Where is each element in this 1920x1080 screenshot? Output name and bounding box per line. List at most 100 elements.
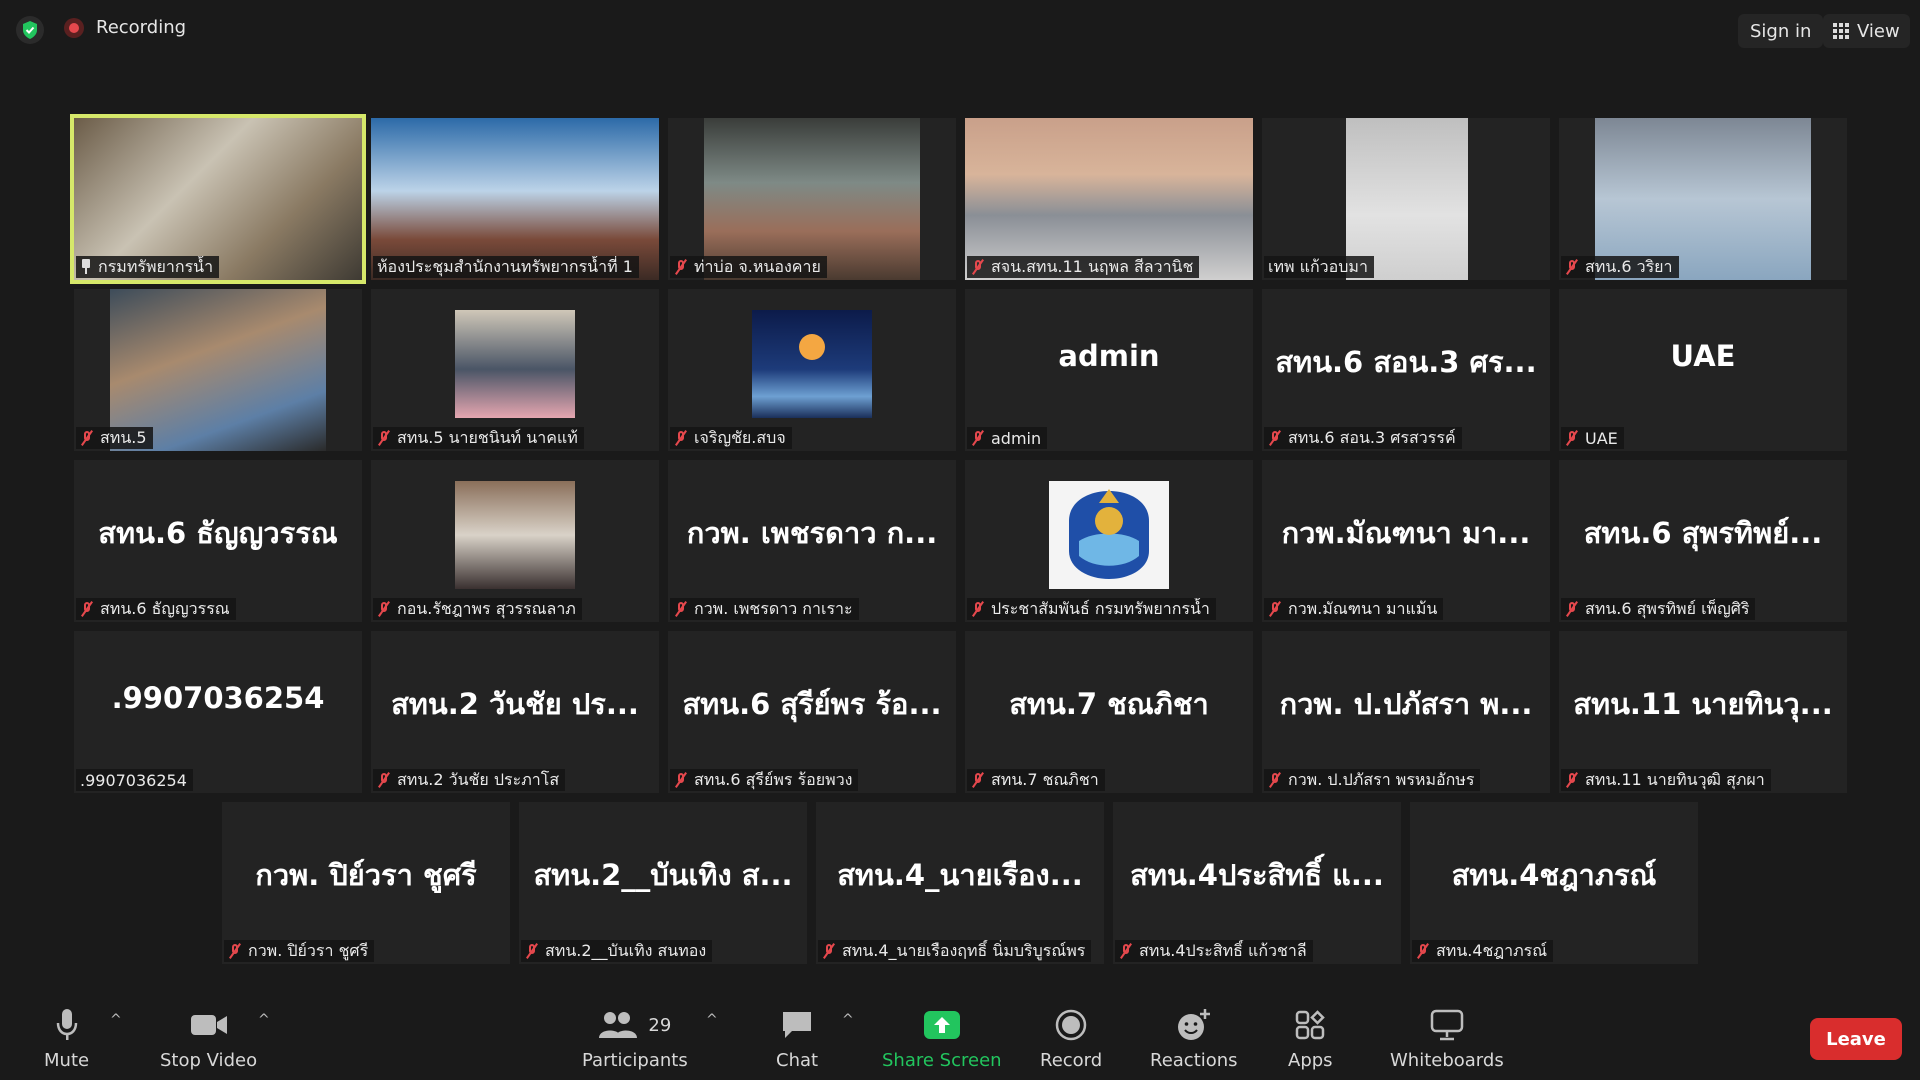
stop-video-label: Stop Video xyxy=(160,1050,258,1071)
participants-options-chevron-icon[interactable]: ^ xyxy=(706,1012,718,1028)
participant-tile[interactable]: กวพ.มัณฑนา มา... กวพ.มัณฑนา มาแม้น xyxy=(1262,460,1550,622)
apps-button[interactable]: Apps xyxy=(1288,1006,1333,1071)
pin-icon xyxy=(80,259,92,275)
participant-tile[interactable]: กวพ. เพชรดาว ก... กวพ. เพชรดาว กาเราะ xyxy=(668,460,956,622)
participant-name-label: สทน.5 นายชนินท์ นาคแท้ xyxy=(373,427,584,449)
participant-tile[interactable]: .9907036254 .9907036254 xyxy=(74,631,362,793)
participant-name-label: กรมทรัพยากรน้ำ xyxy=(76,256,220,278)
chat-button[interactable]: Chat xyxy=(776,1006,818,1071)
whiteboards-label: Whiteboards xyxy=(1390,1050,1504,1071)
view-label: View xyxy=(1857,20,1900,42)
participant-tile[interactable]: กรมทรัพยากรน้ำ xyxy=(70,114,366,284)
mic-muted-icon xyxy=(1565,259,1579,275)
participant-tile[interactable]: กวพ. ปิย์วรา ชูศรี กวพ. ปิย์วรา ชูศรี xyxy=(222,802,510,964)
share-screen-button[interactable]: Share Screen xyxy=(882,1006,1002,1071)
participant-tile[interactable]: กอน.รัชฎาพร สุวรรณลาภ xyxy=(371,460,659,622)
moon-image xyxy=(799,334,825,360)
recording-indicator[interactable]: Recording xyxy=(64,17,186,38)
video-options-chevron-icon[interactable]: ^ xyxy=(258,1012,270,1028)
participant-tile[interactable]: สทน.7 ชณภิชา สทน.7 ชณภิชา xyxy=(965,631,1253,793)
participant-name-label: ห้องประชุมสำนักงานทรัพยากรน้ำที่ 1 xyxy=(373,256,639,278)
participants-icon: 29 xyxy=(598,1006,671,1044)
mute-button[interactable]: Mute xyxy=(44,1006,89,1071)
participant-display-name: สทน.4_นายเรือง... xyxy=(837,858,1083,892)
mic-muted-icon xyxy=(377,430,391,446)
view-button[interactable]: View xyxy=(1823,14,1910,48)
participant-tile[interactable]: สทน.4ชฎาภรณ์ สทน.4ชฎาภรณ์ xyxy=(1410,802,1698,964)
participant-tile[interactable]: UAE UAE xyxy=(1559,289,1847,451)
participant-name-label: สจน.สทน.11 นฤพล สีลวานิช xyxy=(967,256,1200,278)
mic-muted-icon xyxy=(1268,430,1282,446)
participant-display-name: สทน.2 วันชัย ปร... xyxy=(391,687,639,721)
sign-in-button[interactable]: Sign in xyxy=(1738,14,1824,48)
mic-muted-icon xyxy=(80,430,94,446)
participant-tile[interactable]: สทน.6 ธัญญวรรณ สทน.6 ธัญญวรรณ xyxy=(74,460,362,622)
participant-name-label: กวพ. เพชรดาว กาเราะ xyxy=(670,598,859,620)
participant-tile[interactable]: ท่าบ่อ จ.หนองคาย xyxy=(668,118,956,280)
recording-dot-icon xyxy=(64,17,84,38)
participant-tile[interactable]: สทน.6 สอน.3 ศร... สทน.6 สอน.3 ศรสวรรค์ xyxy=(1262,289,1550,451)
participant-tile[interactable]: สทน.11 นายทินวุ... สทน.11 นายทินวุฒิ สุภ… xyxy=(1559,631,1847,793)
stop-video-button[interactable]: Stop Video xyxy=(160,1006,257,1071)
whiteboards-button[interactable]: Whiteboards xyxy=(1390,1006,1504,1071)
participant-display-name: UAE xyxy=(1670,339,1736,373)
department-logo-icon xyxy=(1069,489,1149,579)
mic-muted-icon xyxy=(1565,430,1579,446)
participant-name-label: สทน.2 วันชัย ประภาโส xyxy=(373,769,566,791)
participants-label: Participants xyxy=(582,1050,688,1071)
participant-display-name: สทน.6 ธัญญวรรณ xyxy=(98,516,338,550)
security-shield-icon[interactable] xyxy=(16,16,44,44)
participants-button[interactable]: 29 Participants xyxy=(582,1006,688,1071)
mic-muted-icon xyxy=(971,430,985,446)
mic-muted-icon xyxy=(1565,772,1579,788)
reactions-label: Reactions xyxy=(1150,1050,1238,1071)
participant-display-name: กวพ. เพชรดาว ก... xyxy=(686,516,938,550)
video-camera-icon xyxy=(190,1006,228,1044)
participant-tile[interactable]: กวพ. ป.ปภัสรา พ... กวพ. ป.ปภัสรา พรหมอัก… xyxy=(1262,631,1550,793)
microphone-icon xyxy=(56,1006,78,1044)
participant-name-label: .9907036254 xyxy=(76,769,193,791)
mic-muted-icon xyxy=(1565,601,1579,617)
participant-tile[interactable]: ประชาสัมพันธ์ กรมทรัพยากรน้ำ xyxy=(965,460,1253,622)
mic-muted-icon xyxy=(525,943,539,959)
participant-tile[interactable]: สทน.4ประสิทธิ์ แ... สทน.4ประสิทธิ์ แก้วช… xyxy=(1113,802,1401,964)
participant-display-name: สทน.4ชฎาภรณ์ xyxy=(1451,858,1657,892)
leave-button[interactable]: Leave xyxy=(1810,1018,1902,1060)
top-bar: Recording Sign in View xyxy=(0,0,1920,62)
participant-tile[interactable]: เจริญชัย.สบจ xyxy=(668,289,956,451)
video-feed xyxy=(455,481,575,589)
participant-tile[interactable]: สทน.6 สุพรทิพย์... สทน.6 สุพรทิพย์ เพ็ญศ… xyxy=(1559,460,1847,622)
participant-tile[interactable]: สทน.2 วันชัย ปร... สทน.2 วันชัย ประภาโส xyxy=(371,631,659,793)
participant-display-name: สทน.4ประสิทธิ์ แ... xyxy=(1130,858,1384,892)
record-button[interactable]: Record xyxy=(1040,1006,1102,1071)
whiteboard-icon xyxy=(1430,1006,1464,1044)
reactions-button[interactable]: Reactions xyxy=(1150,1006,1238,1071)
video-feed xyxy=(1049,481,1169,589)
audio-options-chevron-icon[interactable]: ^ xyxy=(110,1012,122,1028)
grid-icon xyxy=(1833,23,1849,39)
participant-name-label: สทน.4_นายเรืองฤทธิ์ นิ่มบริบูรณ์พร xyxy=(818,940,1092,962)
participant-tile[interactable]: เทพ แก้วอบมา xyxy=(1262,118,1550,280)
participant-name-label: สทน.11 นายทินวุฒิ สุภผา xyxy=(1561,769,1771,791)
participant-name-label: สทน.2__บันเทิง สนทอง xyxy=(521,940,713,962)
chat-options-chevron-icon[interactable]: ^ xyxy=(842,1012,854,1028)
participant-name-label: เจริญชัย.สบจ xyxy=(670,427,792,449)
video-feed xyxy=(455,310,575,418)
participant-name-label: UAE xyxy=(1561,427,1624,449)
participant-name-label: กอน.รัชฎาพร สุวรรณลาภ xyxy=(373,598,582,620)
participant-name-label: ท่าบ่อ จ.หนองคาย xyxy=(670,256,827,278)
mic-muted-icon xyxy=(822,943,836,959)
participant-tile[interactable]: ห้องประชุมสำนักงานทรัพยากรน้ำที่ 1 xyxy=(371,118,659,280)
participant-tile[interactable]: สทน.5 นายชนินท์ นาคแท้ xyxy=(371,289,659,451)
participant-name-label: ประชาสัมพันธ์ กรมทรัพยากรน้ำ xyxy=(967,598,1216,620)
participant-tile[interactable]: สทน.6 สุรีย์พร ร้อ... สทน.6 สุรีย์พร ร้อ… xyxy=(668,631,956,793)
apps-label: Apps xyxy=(1288,1050,1333,1071)
participant-tile[interactable]: สทน.4_นายเรือง... สทน.4_นายเรืองฤทธิ์ นิ… xyxy=(816,802,1104,964)
participant-tile[interactable]: สทน.2__บันเทิง ส... สทน.2__บันเทิง สนทอง xyxy=(519,802,807,964)
mute-label: Mute xyxy=(44,1050,90,1071)
participant-tile[interactable]: สจน.สทน.11 นฤพล สีลวานิช xyxy=(965,118,1253,280)
participant-tile[interactable]: admin admin xyxy=(965,289,1253,451)
participant-display-name: .9907036254 xyxy=(111,681,325,715)
participant-tile[interactable]: สทน.5 xyxy=(74,289,362,451)
participant-tile[interactable]: สทน.6 วริยา xyxy=(1559,118,1847,280)
